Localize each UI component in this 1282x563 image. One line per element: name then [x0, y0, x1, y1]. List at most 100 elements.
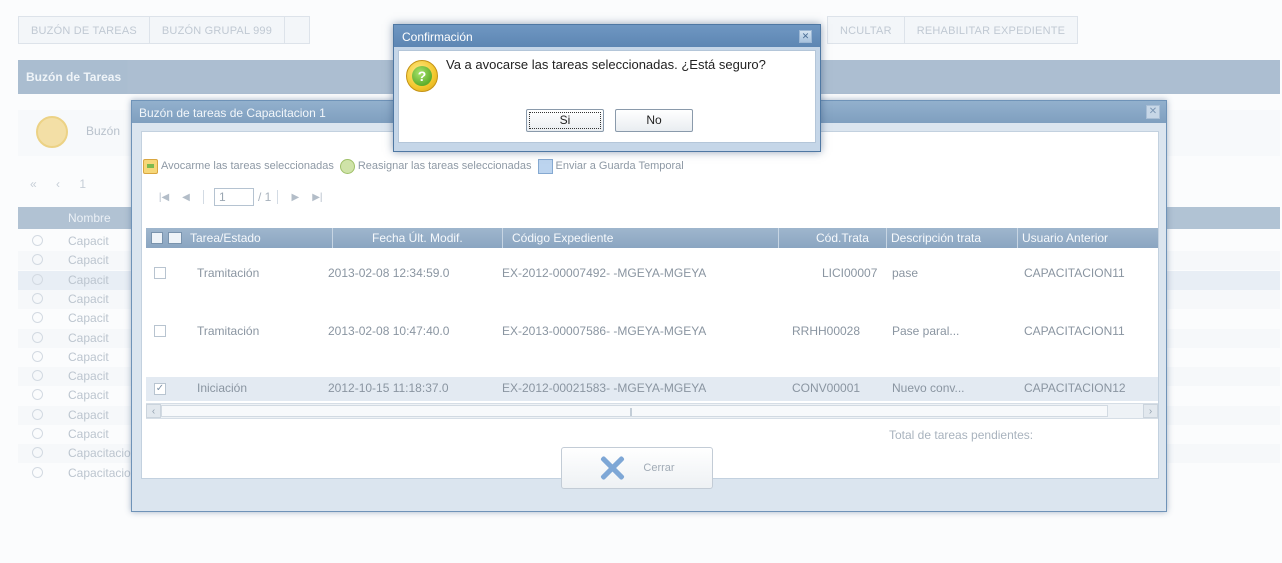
confirm-body: ? Va a avocarse las tareas seleccionadas…	[398, 50, 816, 143]
question-mark-glyph: ?	[412, 66, 432, 86]
last-page-icon[interactable]: ▶|	[306, 192, 328, 203]
screen: BUZÓN DE TAREAS BUZÓN GRUPAL 999 NCULTAR…	[0, 0, 1282, 563]
bg-cell-name: Capacit	[68, 272, 109, 287]
row-radio[interactable]	[32, 370, 43, 382]
reasignar-button[interactable]: Reasignar las tareas seleccionadas	[339, 158, 532, 174]
bg-cell-name: Capacit	[68, 234, 109, 248]
close-icon[interactable]: ✕	[1146, 105, 1160, 119]
bg-pager: « ‹ 1	[30, 177, 95, 191]
modal-toolbar: Avocarme las tareas seleccionadas Reasig…	[143, 154, 690, 178]
close-icon[interactable]: ✕	[799, 30, 812, 43]
row-radio[interactable]	[32, 331, 43, 343]
next-page-icon[interactable]: ▶	[284, 192, 306, 203]
cell-descripcion: pase	[892, 266, 919, 280]
col-divider	[502, 228, 503, 248]
row-radio[interactable]	[32, 312, 43, 324]
yes-button[interactable]: Si	[526, 109, 604, 132]
reassign-icon	[339, 158, 355, 174]
cell-estado: Tramitación	[197, 266, 260, 280]
tab-hidden[interactable]	[284, 16, 311, 44]
avocarse-button[interactable]: Avocarme las tareas seleccionadas	[143, 158, 334, 174]
grip-icon	[630, 408, 632, 416]
cell-trata: CONV00001	[792, 381, 861, 395]
guarda-button[interactable]: Enviar a Guarda Temporal	[537, 158, 684, 174]
no-button[interactable]: No	[615, 109, 693, 132]
confirm-buttons: Si No	[399, 109, 815, 139]
page-input[interactable]: 1	[214, 188, 254, 206]
col-divider	[778, 228, 779, 248]
buzon-modal: Buzón de tareas de Capacitacion 1 ✕ Avoc…	[131, 100, 1167, 512]
tab-buzon-grupal[interactable]: BUZÓN GRUPAL 999	[148, 16, 285, 44]
page-count: / 1	[258, 190, 272, 204]
row-radio[interactable]	[32, 466, 43, 478]
cell-estado: Iniciación	[197, 381, 248, 395]
confirm-titlebar[interactable]: Confirmación ✕	[394, 25, 820, 47]
table-row[interactable]: Tramitación 2013-02-08 12:34:59.0 EX-201…	[146, 254, 1158, 292]
bg-col-nombre: Nombre	[68, 211, 111, 225]
modal-body	[141, 131, 1159, 479]
cell-fecha: 2013-02-08 12:34:59.0	[328, 266, 450, 280]
modal-pager: |◀ ◀ 1 / 1 ▶ ▶|	[153, 186, 328, 208]
cell-trata: RRHH00028	[792, 324, 861, 338]
reasignar-label: Reasignar las tareas seleccionadas	[357, 160, 532, 172]
bg-cell-name: Capacit	[68, 388, 109, 403]
question-icon: ?	[406, 60, 438, 92]
tab-buzon-tareas[interactable]: BUZÓN DE TAREAS	[18, 16, 149, 44]
bg-cell-name: Capacit	[68, 291, 109, 306]
row-radio[interactable]	[32, 235, 43, 246]
row-radio[interactable]	[32, 447, 43, 459]
cerrar-label: Cerrar	[643, 462, 675, 474]
cell-usuario: CAPACITACION12	[1024, 381, 1126, 395]
col-divider	[332, 228, 333, 248]
tab-consultas[interactable]: NCULTAR	[827, 16, 904, 44]
select-all-checkbox[interactable]	[151, 232, 163, 244]
table-row[interactable]: Tramitación 2013-02-08 10:47:40.0 EX-201…	[146, 311, 1158, 351]
row-radio[interactable]	[32, 273, 43, 285]
col-codigo[interactable]: Código Expediente	[512, 231, 613, 245]
row-radio[interactable]	[32, 254, 43, 266]
row-radio[interactable]	[32, 350, 43, 362]
row-checkbox[interactable]	[154, 267, 166, 279]
pager-divider	[277, 190, 279, 204]
col-trata[interactable]: Cód.Trata	[816, 231, 869, 245]
avocarse-label: Avocarme las tareas seleccionadas	[161, 160, 334, 172]
cell-codigo: EX-2013-00007586- -MGEYA-MGEYA	[502, 324, 707, 338]
bg-cell-name: Capacit	[68, 427, 109, 441]
top-tabs-right: NCULTAR REHABILITAR EXPEDIENTE	[827, 16, 1079, 44]
cell-usuario: CAPACITACION11	[1024, 324, 1125, 338]
column-menu-icon[interactable]	[168, 232, 182, 244]
bg-cell-name: Capacit	[68, 407, 109, 422]
table-row-selected[interactable]: ✓ Iniciación 2012-10-15 11:18:37.0 EX-20…	[146, 377, 1158, 401]
cell-codigo: EX-2012-00021583- -MGEYA-MGEYA	[502, 381, 707, 395]
confirm-title: Confirmación	[402, 30, 473, 44]
col-divider	[1017, 228, 1018, 248]
row-checkbox[interactable]	[154, 325, 166, 337]
horizontal-scrollbar[interactable]: ‹ ›	[146, 403, 1158, 419]
tab-rehabilitar[interactable]: REHABILITAR EXPEDIENTE	[903, 16, 1079, 44]
top-tabs: BUZÓN DE TAREAS BUZÓN GRUPAL 999	[18, 16, 311, 44]
row-radio[interactable]	[32, 428, 43, 439]
grid-header: Tarea/Estado Fecha Últ. Modif. Código Ex…	[146, 228, 1158, 248]
scroll-left-icon[interactable]: ‹	[146, 404, 161, 418]
col-fecha[interactable]: Fecha Últ. Modif.	[372, 231, 463, 245]
prev-page-icon[interactable]: ◀	[175, 192, 197, 203]
row-radio[interactable]	[32, 389, 43, 401]
col-descripcion[interactable]: Descripción trata	[891, 231, 981, 245]
cell-fecha: 2013-02-08 10:47:40.0	[328, 324, 450, 338]
confirm-message: Va a avocarse las tareas seleccionadas. …	[446, 57, 766, 72]
col-usuario[interactable]: Usuario Anterior	[1022, 231, 1108, 245]
cell-descripcion: Nuevo conv...	[892, 381, 965, 395]
total-label: Total de tareas pendientes:	[889, 428, 1034, 442]
scroll-thumb[interactable]	[161, 405, 1108, 417]
bg-cell-name: Capacit	[68, 349, 109, 364]
row-radio[interactable]	[32, 292, 43, 304]
col-tarea-estado[interactable]: Tarea/Estado	[190, 231, 261, 245]
scroll-right-icon[interactable]: ›	[1143, 404, 1158, 418]
row-checkbox[interactable]: ✓	[154, 383, 166, 395]
bg-cell-name: Capacit	[68, 369, 109, 384]
row-radio[interactable]	[32, 408, 43, 420]
pager-divider	[203, 190, 204, 204]
first-page-icon[interactable]: |◀	[153, 192, 175, 203]
cell-usuario: CAPACITACION11	[1024, 266, 1125, 280]
cerrar-button[interactable]: Cerrar	[561, 447, 713, 489]
